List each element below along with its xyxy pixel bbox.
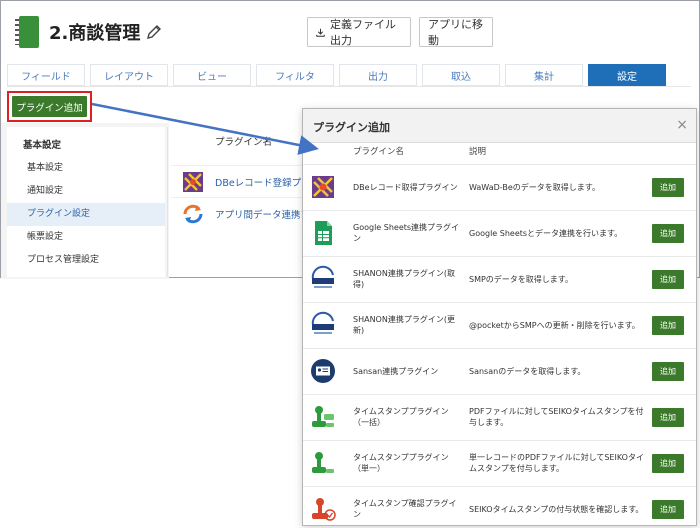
dialog-plugin-desc: PDFファイルに対してSEIKOタイムスタンプを付与します。 [469,407,644,427]
dialog-plugin-row: Sansan連携プラグイン Sansanのデータを取得します。 追加 [303,348,696,394]
tab-output[interactable]: 出力 [339,64,417,86]
timestamp-icon [312,452,334,473]
tab-field[interactable]: フィールド [7,64,85,86]
dialog-plugin-name: タイムスタンプ確認プラグイン [353,499,457,519]
add-button[interactable]: 追加 [652,408,684,427]
tab-import[interactable]: 取込 [422,64,500,86]
go-to-app-button[interactable]: アプリに移動 [419,17,493,47]
plugin-list-row[interactable]: DBeレコード登録プラグイン [171,165,311,197]
plugin-list-header: プラグイン名 [171,134,272,148]
plugin-name: アプリ間データ連携プラグイン [215,209,311,221]
tab-divider [7,86,691,87]
dialog-title: プラグイン追加 [313,121,390,134]
add-button[interactable]: 追加 [652,316,684,335]
timestamp-icon [312,406,334,427]
tab-filter[interactable]: フィルタ [256,64,334,86]
export-definition-button[interactable]: 定義ファイル出力 [307,17,411,47]
dbe-icon [183,171,203,192]
add-button[interactable]: 追加 [652,270,684,289]
sidebar-item-plugin[interactable]: プラグイン設定 [7,203,165,226]
add-button[interactable]: 追加 [652,224,684,243]
add-button[interactable]: 追加 [652,362,684,381]
settings-tabs: フィールド レイアウト ビュー フィルタ 出力 取込 集計 設定 [7,64,671,86]
dialog-plugin-desc: 単一レコードのPDFファイルに対してSEIKOタイムスタンプを付与します。 [469,453,644,473]
sidebar-item-basic[interactable]: 基本設定 [7,157,165,180]
dialog-plugin-name: SHANON連携プラグイン(取得) [353,269,455,289]
notebook-icon [13,16,39,48]
dialog-plugin-desc: SMPのデータを取得します。 [469,274,574,284]
export-definition-label: 定義ファイル出力 [330,18,396,47]
dialog-plugin-desc: Google Sheetsとデータ連携を行います。 [469,228,623,238]
download-icon [316,28,325,37]
sync-icon [183,204,203,223]
dialog-col-name: プラグイン名 [353,147,405,157]
dialog-plugin-desc: WaWaD-Beのデータを取得します。 [469,182,600,192]
dialog-plugin-desc: Sansanのデータを取得します。 [469,366,586,376]
settings-sidebar: 基本設定 基本設定 通知設定 プラグイン設定 帳票設定 プロセス管理設定 [7,127,165,277]
tab-layout[interactable]: レイアウト [90,64,168,86]
plugin-name: DBeレコード登録プラグイン [215,177,311,189]
add-button[interactable]: 追加 [652,454,684,473]
app-header: 2.商談管理 [13,15,162,49]
add-button[interactable]: 追加 [652,178,684,197]
tab-aggregate[interactable]: 集計 [505,64,583,86]
dialog-col-desc: 説明 [469,147,487,157]
sidebar-divider [167,127,168,277]
plugin-name-column: プラグイン名 [215,137,273,148]
sidebar-heading: 基本設定 [23,140,62,151]
shanon-icon [311,265,334,288]
plugin-list-row[interactable]: アプリ間データ連携プラグイン [171,197,311,229]
add-button[interactable]: 追加 [652,500,684,519]
dialog-plugin-desc: @pocketからSMPへの更新・削除を行います。 [469,320,640,330]
pencil-icon[interactable] [146,24,162,40]
sidebar-item-process[interactable]: プロセス管理設定 [7,249,165,272]
dialog-plugin-row: DBeレコード取得プラグイン WaWaD-Beのデータを取得します。 追加 [303,164,696,210]
sidebar-item-report[interactable]: 帳票設定 [7,226,165,249]
sansan-icon [311,359,335,383]
tab-settings[interactable]: 設定 [588,64,666,86]
add-plugin-button[interactable]: プラグイン追加 [12,96,87,117]
timestamp-check-icon [312,498,336,521]
dialog-plugin-name: Google Sheets連携プラグイン [353,223,460,243]
shanon-icon [311,311,334,334]
dialog-plugin-row: タイムスタンププラグイン（単一） 単一レコードのPDFファイルに対してSEIKO… [303,440,696,486]
dialog-plugin-desc: SEIKOタイムスタンプの付与状態を確認します。 [469,504,644,514]
sidebar-item-notification[interactable]: 通知設定 [7,180,165,203]
dialog-plugin-row: Google Sheets連携プラグイン Google Sheetsとデータ連携… [303,210,696,256]
dialog-plugin-name: SHANON連携プラグイン(更新) [353,315,455,335]
dialog-plugin-row: タイムスタンププラグイン（一括） PDFファイルに対してSEIKOタイムスタンプ… [303,394,696,440]
app-title: 2.商談管理 [49,23,141,44]
dialog-plugin-row: SHANON連携プラグイン(取得) SMPのデータを取得します。 追加 [303,256,696,302]
dialog-plugin-row: SHANON連携プラグイン(更新) @pocketからSMPへの更新・削除を行い… [303,302,696,348]
sheets-icon [315,221,332,245]
add-plugin-dialog: プラグイン追加 × プラグイン名 説明 DBeレコード取得プラグイン WaWaD… [302,108,697,526]
dialog-plugin-name: Sansan連携プラグイン [353,366,439,376]
dialog-plugin-name: タイムスタンププラグイン（一括） [353,407,449,427]
tab-view[interactable]: ビュー [173,64,251,86]
go-to-app-label: アプリに移動 [428,18,483,47]
dialog-plugin-name: タイムスタンププラグイン（単一） [353,453,449,473]
dbe-icon [312,176,334,198]
dialog-plugin-name: DBeレコード取得プラグイン [353,182,458,192]
close-icon[interactable]: × [676,117,688,133]
dialog-plugin-row: タイムスタンプ確認プラグイン SEIKOタイムスタンプの付与状態を確認します。 … [303,486,696,525]
